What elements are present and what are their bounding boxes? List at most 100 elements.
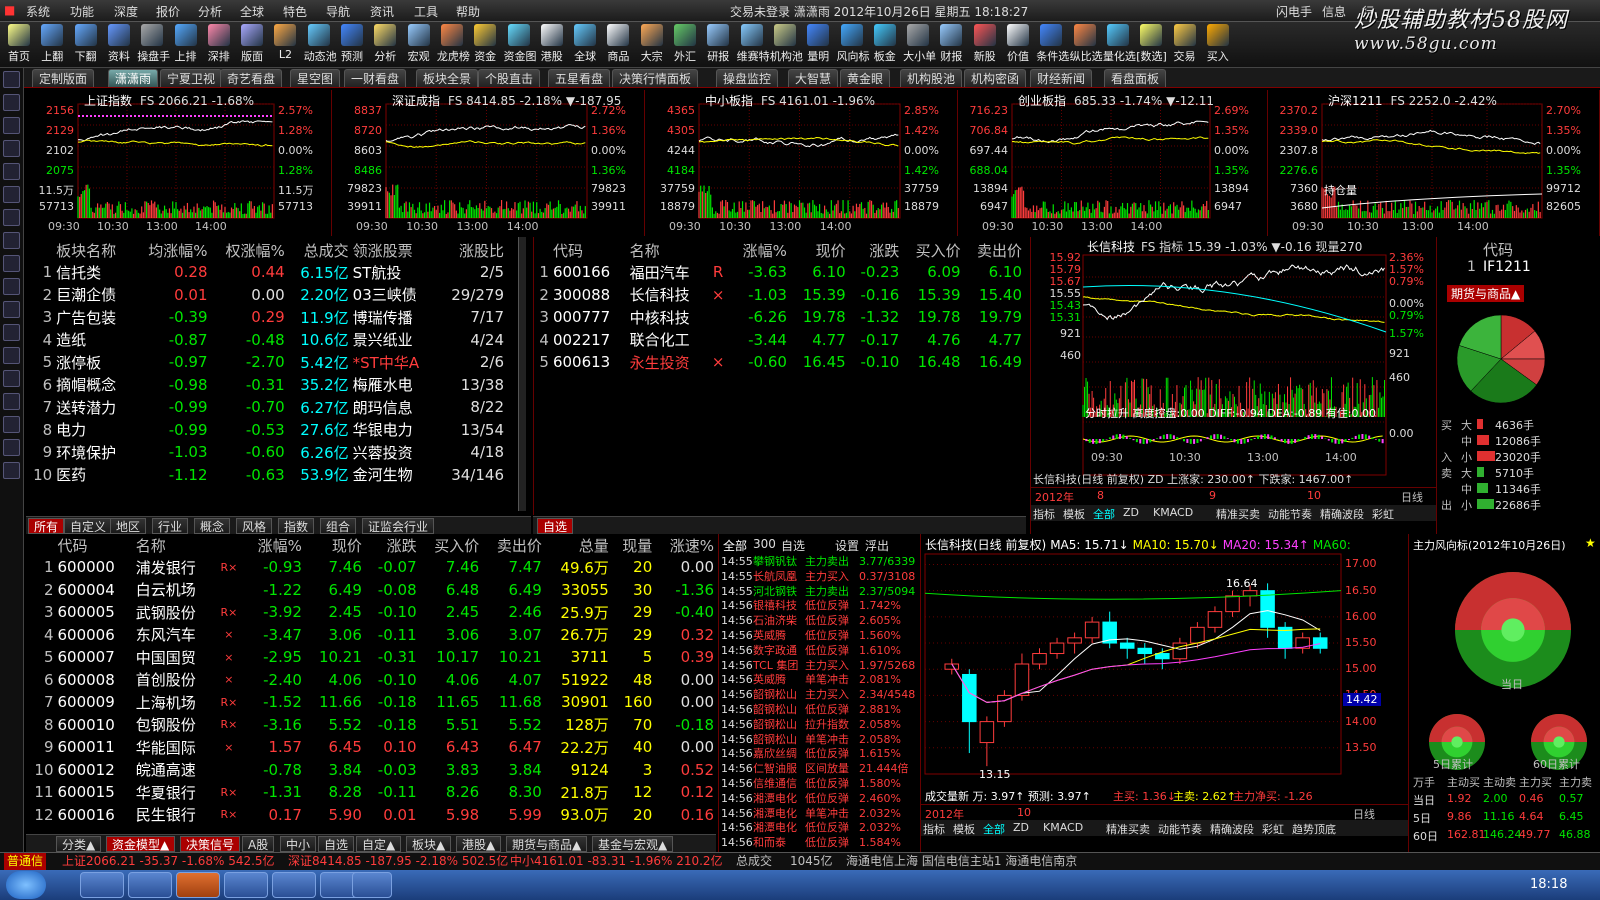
table-row[interactable]: 8 电力 -0.99 -0.53 27.6亿 华银电力 13/54	[26, 419, 506, 442]
intraday-btn-7[interactable]: 精确波段	[1320, 506, 1364, 522]
kline-btn-6[interactable]: 动能节奏	[1158, 821, 1202, 837]
radar-row[interactable]: 14:55 长航凤凰 主力买入 0.37/3108	[719, 569, 919, 584]
radar-row[interactable]: 14:56 TCL 集团 主力买入 1.97/5268	[719, 658, 919, 673]
tab-layout-15[interactable]: 财经新闻	[1030, 69, 1093, 87]
menu-global[interactable]: 全球	[240, 3, 264, 20]
intraday-btn-4[interactable]: KMACD	[1153, 506, 1193, 519]
toolbar-btn-22[interactable]: 维赛特	[737, 24, 770, 66]
start-button-icon[interactable]	[6, 871, 46, 899]
table-row[interactable]: 11 600015 华夏银行 R× -1.31 8.28 -0.11 8.26 8.30 21.8…	[26, 781, 716, 804]
radar-row[interactable]: 14:56 韶钢松山 单笔冲击 2.058%	[719, 732, 919, 747]
toolbar-btn-14[interactable]: 资金	[470, 24, 500, 66]
intraday-btn-5[interactable]: 精准买卖	[1216, 506, 1260, 522]
menu-system[interactable]: 系统	[26, 3, 50, 20]
toolbar-btn-11[interactable]: 分析	[370, 24, 400, 66]
toolbar-btn-13[interactable]: 龙虎榜	[437, 24, 470, 66]
toolbar-btn-7[interactable]: 版面	[237, 24, 267, 66]
menu-featured[interactable]: 特色	[283, 3, 307, 20]
watch-col-4[interactable]: 涨跌	[848, 239, 902, 261]
toolbar-btn-10[interactable]: 预测	[337, 24, 367, 66]
menu-analysis[interactable]: 分析	[198, 3, 222, 20]
menu-quote[interactable]: 报价	[156, 3, 180, 20]
watch-col-6[interactable]: 卖出价	[963, 239, 1024, 261]
tab-layout-12[interactable]: 黄金眼	[840, 69, 891, 87]
side-tool-icon-1[interactable]	[3, 94, 20, 111]
kline-btn-1[interactable]: 模板	[953, 821, 975, 837]
toolbar-btn-8[interactable]: L2	[270, 24, 300, 66]
toolbar-btn-2[interactable]: 下翻	[71, 24, 101, 66]
table-row[interactable]: 9 600011 华能国际 × 1.57 6.45 0.10 6.43 6.47 22.2万 40 0…	[26, 736, 716, 759]
menu-navigate[interactable]: 导航	[326, 3, 350, 20]
table-row[interactable]: 7 送转潜力 -0.99 -0.70 6.27亿 朗玛信息 8/22	[26, 396, 506, 419]
table-row[interactable]: 5 600613 永生投资 × -0.60 16.45 -0.10 16.48 16.49	[534, 351, 1024, 374]
intraday-btn-1[interactable]: 模板	[1063, 506, 1085, 522]
watch-col-1[interactable]: 名称	[628, 239, 708, 261]
stock-col-2[interactable]: 涨幅%	[242, 534, 304, 556]
tab-layout-2[interactable]: 宁夏卫视	[160, 69, 223, 87]
toolbar-btn-9[interactable]: 动态池	[304, 24, 337, 66]
toolbar-btn-3[interactable]: 资料	[104, 24, 134, 66]
tab-layout-6[interactable]: 板块全景	[416, 69, 479, 87]
side-tool-icon-16[interactable]	[3, 439, 20, 456]
stock-col-0[interactable]: 代码	[56, 534, 134, 556]
radar-row[interactable]: 14:56 韶钢松山 低位反弹 2.881%	[719, 702, 919, 717]
tab-layout-8[interactable]: 五星看盘	[548, 69, 611, 87]
toolbar-btn-25[interactable]: 风向标	[837, 24, 870, 66]
radar-row[interactable]: 14:56 信维通信 低位反弹 1.580%	[719, 776, 919, 791]
side-tool-icon-12[interactable]	[3, 347, 20, 364]
stock-tab-4[interactable]: 中小	[280, 836, 317, 852]
table-row[interactable]: 1 信托类 0.28 0.44 6.15亿 ST航投 2/5	[26, 261, 506, 284]
table-row[interactable]: 2 300088 长信科技 × -1.03 15.39 -0.16 15.39 15.40	[534, 284, 1024, 307]
intraday-btn-8[interactable]: 彩虹	[1372, 506, 1394, 522]
sector-tab-2[interactable]: 地区	[110, 518, 147, 534]
radar-row[interactable]: 14:56 嘉欣丝绸 低位反弹 1.615%	[719, 746, 919, 761]
tab-layout-7[interactable]: 个股直击	[478, 69, 541, 87]
table-row[interactable]: 4 002217 联合化工 -3.44 4.77 -0.17 4.76 4.77	[534, 329, 1024, 352]
side-tool-icon-0[interactable]	[3, 71, 20, 88]
menu-depth[interactable]: 深度	[114, 3, 138, 20]
toolbar-btn-21[interactable]: 研报	[703, 24, 733, 66]
stock-col-3[interactable]: 现价	[304, 534, 364, 556]
sector-scrollbar[interactable]	[518, 237, 526, 511]
radar-row[interactable]: 14:55 攀钢钒钛 主力卖出 3.77/6339	[719, 554, 919, 569]
table-row[interactable]: 3 000777 中核科技 -6.26 19.78 -1.32 19.78 19.79	[534, 306, 1024, 329]
radar-row[interactable]: 14:56 湘潭电化 低位反弹 2.460%	[719, 791, 919, 806]
sector-tab-5[interactable]: 风格	[236, 518, 273, 534]
radar-row[interactable]: 14:56 英威腾 低位反弹 1.560%	[719, 628, 919, 643]
menu-tools[interactable]: 工具	[414, 3, 438, 20]
table-row[interactable]: 3 广告包装 -0.39 0.29 11.9亿 博瑞传播 7/17	[26, 306, 506, 329]
sector-col-5[interactable]: 涨股比	[437, 239, 506, 261]
table-row[interactable]: 5 600007 中国国贸 × -2.95 10.21 -0.31 10.17 10.21 371…	[26, 646, 716, 669]
toolbar-btn-24[interactable]: 量明	[803, 24, 833, 66]
menu-info[interactable]: 资讯	[370, 3, 394, 20]
mini-chart-1[interactable]: 深证成指 FS 8414.85 -2.18% ▼-187.95 8837 8720 86…	[334, 90, 645, 236]
intraday-btn-2[interactable]: 全部	[1093, 506, 1115, 522]
table-row[interactable]: 7 600009 上海机场 R× -1.52 11.66 -0.18 11.65 11.68 30…	[26, 691, 716, 714]
kline-btn-4[interactable]: KMACD	[1043, 821, 1083, 834]
stock-tab-7[interactable]: 板块▲	[406, 836, 452, 852]
radar-tab-1[interactable]: 300	[753, 537, 776, 551]
table-row[interactable]: 6 摘帽概念 -0.98 -0.31 35.2亿 梅雁水电 13/38	[26, 374, 506, 397]
intraday-btn-3[interactable]: ZD	[1123, 506, 1139, 519]
sector-tab-4[interactable]: 概念	[194, 518, 231, 534]
toolbar-btn-17[interactable]: 全球	[570, 24, 600, 66]
kline-btn-3[interactable]: ZD	[1013, 821, 1029, 834]
stock-tab-6[interactable]: 自定▲	[356, 836, 402, 852]
stock-col-4[interactable]: 涨跌	[364, 534, 419, 556]
side-tool-icon-11[interactable]	[3, 324, 20, 341]
side-tool-icon-4[interactable]	[3, 163, 20, 180]
futures-code[interactable]: IF1211	[1483, 259, 1531, 275]
intraday-btn-6[interactable]: 动能节奏	[1268, 506, 1312, 522]
toolbar-btn-34[interactable]: [数选]	[1136, 24, 1167, 66]
side-tool-icon-8[interactable]	[3, 255, 20, 272]
tab-layout-9[interactable]: 决策行情面板	[612, 69, 699, 87]
table-row[interactable]: 12 600016 民生银行 R× 0.17 5.90 0.01 5.98 5.99 93.0万 2…	[26, 804, 716, 827]
table-row[interactable]: 1 600000 浦发银行 R× -0.93 7.46 -0.07 7.46 7.47 49.6万…	[26, 556, 716, 579]
kline-btn-0[interactable]: 指标	[923, 821, 945, 837]
side-tool-icon-9[interactable]	[3, 278, 20, 295]
toolbar-btn-15[interactable]: 资金图	[504, 24, 537, 66]
kline-btn-9[interactable]: 趋势顶底	[1292, 821, 1336, 837]
stock-tab-9[interactable]: 期货与商品▲	[506, 836, 588, 852]
table-row[interactable]: 5 涨停板 -0.97 -2.70 5.42亿 *ST中华A 2/6	[26, 351, 506, 374]
toolbar-btn-30[interactable]: 价值	[1003, 24, 1033, 66]
